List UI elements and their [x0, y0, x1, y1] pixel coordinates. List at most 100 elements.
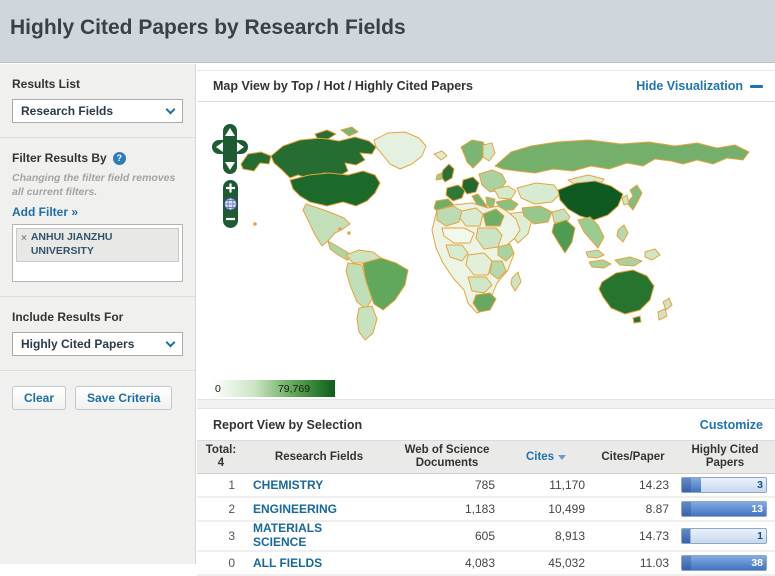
map-island-dot [338, 227, 342, 231]
row-cites: 8,913 [554, 529, 585, 544]
sort-desc-icon [558, 454, 567, 460]
world-map-area: 0 79,769 [197, 102, 775, 399]
map-country-indonesia[interactable] [614, 256, 643, 267]
hide-visualization-link[interactable]: Hide Visualization [636, 79, 763, 93]
map-country-ukraine[interactable] [493, 185, 517, 200]
filter-section: Filter Results By ? Changing the filter … [0, 138, 195, 298]
row-cites: 10,499 [548, 502, 585, 517]
map-country-malaysia[interactable] [585, 249, 605, 259]
map-region-tasmania[interactable] [632, 315, 642, 324]
map-zoom-control[interactable] [223, 180, 238, 228]
main-content: Map View by Top / Hot / Highly Cited Pap… [197, 64, 775, 576]
map-country-greenland[interactable] [373, 131, 427, 170]
map-view-title: Map View by Top / Hot / Highly Cited Pap… [213, 79, 473, 93]
map-country-argentina[interactable] [356, 305, 378, 341]
highly-cited-bar: 38 [681, 555, 767, 572]
panel-divider [197, 399, 775, 409]
map-country-iceland[interactable] [433, 150, 448, 161]
bar-value: 13 [751, 503, 763, 516]
include-results-section: Include Results For Highly Cited Papers [0, 297, 195, 372]
map-country-ireland[interactable] [435, 172, 443, 181]
save-criteria-button[interactable]: Save Criteria [75, 386, 173, 411]
map-country-new-zealand[interactable] [657, 308, 668, 321]
map-country-india[interactable] [551, 219, 576, 254]
map-country-russia[interactable] [494, 139, 750, 174]
world-map-svg[interactable]: 0 79,769 [197, 102, 775, 399]
criteria-buttons-section: Clear Save Criteria [0, 371, 195, 424]
results-list-selected: Research Fields [21, 104, 114, 118]
add-filter-link[interactable]: Add Filter » [12, 205, 183, 219]
map-country-usa[interactable] [289, 170, 381, 207]
map-country-korea[interactable] [621, 194, 630, 206]
map-region-new-guinea[interactable] [644, 248, 661, 261]
map-island-dot [347, 231, 351, 235]
minus-icon [750, 84, 763, 88]
map-island-dot [253, 222, 257, 226]
row-cites-per-paper: 11.03 [639, 556, 669, 571]
customize-link[interactable]: Customize [700, 418, 763, 432]
help-icon[interactable]: ? [112, 151, 126, 165]
map-country-finland[interactable] [482, 142, 496, 162]
row-cites-per-paper: 8.87 [645, 502, 669, 517]
clear-button[interactable]: Clear [12, 386, 67, 411]
report-panel-header: Report View by Selection Customize [197, 409, 775, 441]
bar-fill [682, 529, 692, 544]
page-header: Highly Cited Papers by Research Fields [0, 0, 775, 63]
results-list-section: Results List Research Fields [0, 64, 195, 138]
map-country-libya[interactable] [459, 207, 484, 227]
table-row: 2 ENGINEERING 1,183 10,499 8.87 13 [197, 498, 775, 523]
filter-results-label: Filter Results By [12, 151, 107, 165]
row-documents: 1,183 [464, 502, 495, 517]
map-country-alaska[interactable] [240, 151, 272, 172]
map-country-indonesia[interactable] [588, 259, 612, 269]
column-header-highly-cited[interactable]: Highly Cited Papers [675, 441, 775, 473]
include-results-selected: Highly Cited Papers [21, 337, 135, 352]
row-rank: 0 [228, 556, 235, 571]
field-link[interactable]: ENGINEERING [253, 502, 337, 517]
globe-icon [224, 197, 237, 211]
report-table: Total: 4 Research Fields Web of Science … [197, 441, 775, 576]
table-header-row: Total: 4 Research Fields Web of Science … [197, 441, 775, 475]
scale-max-label: 79,769 [278, 383, 310, 395]
highly-cited-bar: 3 [681, 477, 767, 494]
row-documents: 605 [474, 529, 495, 544]
include-results-dropdown[interactable]: Highly Cited Papers [12, 332, 183, 357]
map-country-philippines[interactable] [616, 224, 629, 243]
row-rank: 1 [228, 478, 235, 493]
include-results-label: Include Results For [12, 310, 124, 325]
row-documents: 785 [474, 478, 495, 493]
bar-value: 3 [757, 479, 763, 492]
map-country-new-zealand[interactable] [662, 297, 673, 311]
map-country-japan[interactable] [626, 184, 643, 211]
map-arctic-island[interactable] [340, 126, 359, 137]
results-list-dropdown[interactable]: Research Fields [12, 99, 183, 123]
map-region-southeast-asia[interactable] [577, 216, 605, 249]
chevron-down-icon [165, 337, 176, 348]
row-cites-per-paper: 14.73 [638, 529, 669, 544]
results-list-label: Results List [12, 77, 81, 91]
highly-cited-bar: 1 [681, 528, 767, 545]
total-header: Total: 4 [205, 444, 237, 470]
sidebar: Results List Research Fields Filter Resu… [0, 64, 196, 564]
column-header-field[interactable]: Research Fields [245, 448, 393, 467]
column-header-cites[interactable]: Cites [501, 448, 591, 467]
map-region-kazakhstan[interactable] [516, 182, 561, 205]
filter-chip-label: ANHUI JIANZHU UNIVERSITY [30, 231, 113, 257]
map-country-madagascar[interactable] [510, 271, 522, 292]
filter-chip[interactable]: × ANHUI JIANZHU UNIVERSITY [16, 228, 179, 262]
map-country-mexico[interactable] [302, 203, 351, 247]
filter-note: Changing the filter field removes all cu… [12, 172, 176, 198]
field-link[interactable]: MATERIALS SCIENCE [253, 522, 353, 550]
column-header-documents[interactable]: Web of Science Documents [393, 441, 501, 473]
map-country-uk[interactable] [440, 163, 455, 183]
report-view-title: Report View by Selection [213, 417, 363, 432]
map-panel-header: Map View by Top / Hot / Highly Cited Pap… [197, 70, 775, 102]
map-country-australia[interactable] [598, 269, 655, 315]
column-header-cites-per-paper[interactable]: Cites/Paper [591, 448, 675, 467]
field-link[interactable]: CHEMISTRY [253, 478, 323, 493]
bar-fill [682, 478, 702, 493]
scale-min-label: 0 [215, 383, 221, 395]
map-arctic-island[interactable] [314, 129, 337, 140]
remove-filter-icon[interactable]: × [21, 232, 27, 245]
active-filters-listbox[interactable]: × ANHUI JIANZHU UNIVERSITY [12, 224, 183, 283]
